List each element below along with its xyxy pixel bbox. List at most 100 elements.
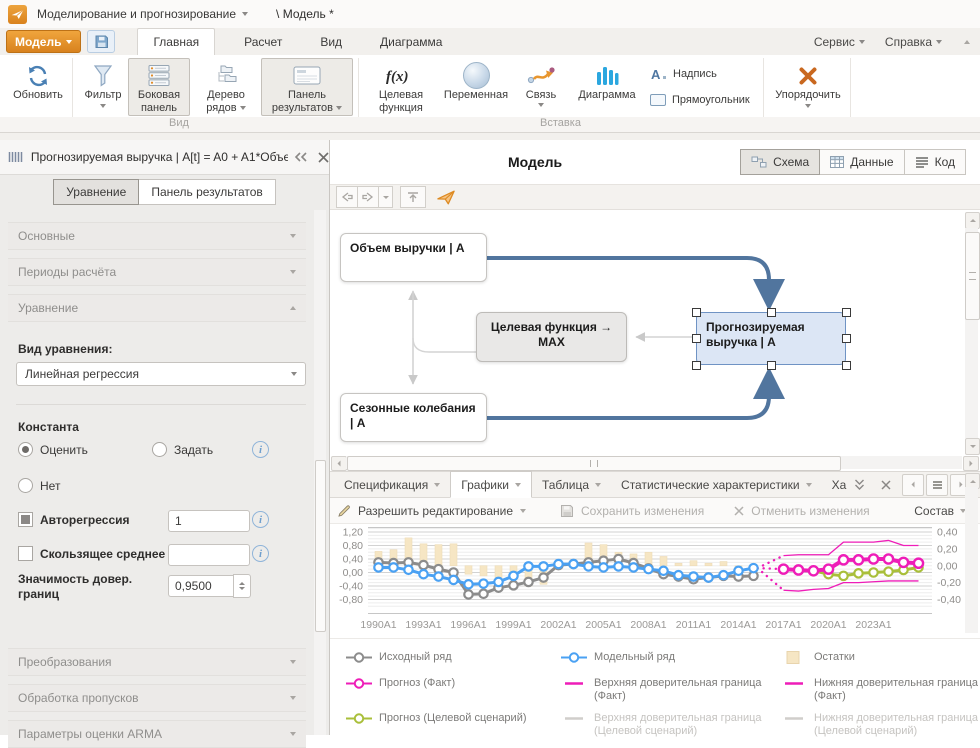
ribbon-tab-diagramma[interactable]: Диаграмма bbox=[365, 29, 457, 55]
node-seasonal[interactable]: Сезонные колебания | A bbox=[340, 393, 487, 442]
selection-handle[interactable] bbox=[767, 361, 776, 370]
spinner-buttons[interactable] bbox=[233, 574, 251, 598]
legend-item[interactable]: Прогноз (Целевой сценарий) bbox=[346, 712, 561, 738]
results-panel-button[interactable]: Панель результатов bbox=[261, 58, 353, 116]
section-arma[interactable]: Параметры оценки ARMA bbox=[8, 720, 306, 748]
tab-truncated[interactable]: Ха bbox=[822, 472, 849, 498]
history-dropdown-button[interactable] bbox=[379, 186, 393, 208]
node-objective-function[interactable]: Целевая функция → MAX bbox=[476, 312, 627, 362]
scroll-left-button[interactable] bbox=[331, 456, 347, 471]
legend-item[interactable]: Верхняя доверительная граница (Факт) bbox=[561, 677, 781, 703]
tab-charts[interactable]: Графики bbox=[450, 471, 532, 498]
collapse-panel-icon[interactable] bbox=[294, 152, 308, 162]
scrollbar-thumb[interactable] bbox=[347, 456, 841, 471]
selection-handle[interactable] bbox=[692, 334, 701, 343]
significance-input[interactable] bbox=[168, 575, 233, 597]
cancel-changes-button[interactable]: Отменить изменения bbox=[734, 504, 869, 518]
selection-handle[interactable] bbox=[842, 308, 851, 317]
info-icon[interactable] bbox=[252, 441, 269, 458]
selection-handle[interactable] bbox=[842, 334, 851, 343]
app-menu[interactable]: Моделирование и прогнозирование bbox=[37, 7, 248, 21]
results-vscrollbar[interactable] bbox=[965, 473, 978, 633]
side-panel-toggle-button[interactable]: Боковая панель bbox=[128, 58, 190, 116]
variable-button[interactable]: Переменная bbox=[441, 58, 511, 116]
selection-handle[interactable] bbox=[842, 361, 851, 370]
scroll-down-button[interactable] bbox=[965, 438, 980, 455]
legend-item[interactable]: Нижняя доверительная граница (Целевой сц… bbox=[781, 712, 980, 738]
allow-edit-button[interactable]: Разрешить редактирование bbox=[338, 504, 526, 518]
arrange-button[interactable]: Упорядочить bbox=[770, 58, 846, 116]
save-button[interactable] bbox=[87, 30, 115, 53]
significance-spinner[interactable] bbox=[168, 574, 251, 598]
legend-item[interactable]: Исходный ряд bbox=[346, 651, 561, 668]
tab-statistics[interactable]: Статистические характеристики bbox=[611, 472, 822, 498]
ribbon-tab-glavnaya[interactable]: Главная bbox=[137, 28, 215, 56]
info-icon[interactable] bbox=[252, 545, 269, 562]
selection-handle[interactable] bbox=[767, 308, 776, 317]
equation-type-select[interactable]: Линейная регрессия bbox=[16, 362, 306, 386]
selection-handle[interactable] bbox=[692, 308, 701, 317]
legend-item[interactable]: Модельный ряд bbox=[561, 651, 781, 668]
radio-estimate[interactable]: Оценить bbox=[18, 442, 88, 457]
diagram-vscrollbar[interactable] bbox=[964, 210, 980, 455]
info-icon[interactable] bbox=[252, 511, 269, 528]
legend-item[interactable]: Нижняя доверительная граница (Факт) bbox=[781, 677, 980, 703]
objective-function-button[interactable]: f(x) Целевая функция bbox=[366, 58, 436, 116]
close-results-icon[interactable] bbox=[881, 480, 891, 490]
service-menu[interactable]: Сервис bbox=[814, 35, 865, 49]
refresh-button[interactable]: Обновить bbox=[8, 58, 68, 116]
diagram-canvas[interactable]: Объем выручки | A Целевая функция → MAX … bbox=[330, 210, 980, 455]
tabs-overflow-icon[interactable] bbox=[854, 479, 865, 491]
tab-results-panel[interactable]: Панель результатов bbox=[139, 179, 275, 205]
close-panel-icon[interactable] bbox=[318, 152, 329, 163]
autoregression-input[interactable] bbox=[168, 510, 250, 532]
moving-average-input[interactable] bbox=[168, 544, 250, 566]
view-button-code[interactable]: Код bbox=[905, 149, 966, 175]
navigate-model-icon[interactable] bbox=[437, 190, 455, 205]
filter-button[interactable]: Фильтр bbox=[80, 58, 126, 116]
section-main[interactable]: Основные bbox=[8, 222, 306, 250]
scrollbar-thumb[interactable] bbox=[315, 460, 326, 632]
file-menu-button[interactable]: Модель bbox=[6, 30, 81, 53]
diagram-hscrollbar[interactable] bbox=[330, 455, 980, 471]
up-level-button[interactable] bbox=[400, 186, 426, 208]
legend-item[interactable]: Верхняя доверительная граница (Целевой с… bbox=[561, 712, 781, 738]
series-tree-button[interactable]: Дерево рядов bbox=[196, 58, 256, 116]
scrollbar-thumb[interactable] bbox=[965, 232, 980, 320]
legend-item[interactable]: Прогноз (Факт) bbox=[346, 677, 561, 703]
tab-specification[interactable]: Спецификация bbox=[334, 472, 450, 498]
link-button[interactable]: Связь bbox=[516, 58, 566, 116]
tab-equation[interactable]: Уравнение bbox=[53, 179, 139, 205]
autoregression-checkbox[interactable]: Авторегрессия bbox=[18, 512, 130, 527]
node-forecast-revenue[interactable]: Прогнозируемая выручка | A bbox=[696, 312, 846, 365]
selection-handle[interactable] bbox=[692, 361, 701, 370]
node-revenue-volume[interactable]: Объем выручки | A bbox=[340, 233, 487, 282]
help-menu[interactable]: Справка bbox=[885, 35, 942, 49]
section-transforms[interactable]: Преобразования bbox=[8, 648, 306, 676]
section-gaps[interactable]: Обработка пропусков bbox=[8, 684, 306, 712]
tab-list-button[interactable] bbox=[926, 474, 948, 496]
view-button-schema[interactable]: Схема bbox=[740, 149, 820, 175]
moving-average-checkbox[interactable]: Скользящее среднее bbox=[18, 546, 165, 561]
back-button[interactable] bbox=[336, 186, 358, 208]
composition-button[interactable]: Состав bbox=[914, 504, 966, 518]
save-changes-button[interactable]: Сохранить изменения bbox=[560, 504, 704, 518]
rectangle-button[interactable]: Прямоугольник bbox=[650, 89, 750, 111]
section-periods[interactable]: Периоды расчёта bbox=[8, 258, 306, 286]
ribbon-tab-raschet[interactable]: Расчет bbox=[229, 29, 297, 55]
view-button-data[interactable]: Данные bbox=[820, 149, 904, 175]
forward-button[interactable] bbox=[358, 186, 379, 208]
insert-chart-button[interactable]: Диаграмма bbox=[572, 58, 642, 116]
side-panel-scrollbar[interactable] bbox=[314, 210, 326, 735]
section-equation[interactable]: Уравнение bbox=[8, 294, 306, 322]
ribbon-tab-vid[interactable]: Вид bbox=[305, 29, 357, 55]
tab-table[interactable]: Таблица bbox=[532, 472, 611, 498]
caption-button[interactable]: A Надпись bbox=[650, 63, 717, 85]
legend-item[interactable]: Остатки bbox=[781, 651, 980, 668]
scroll-right-button[interactable] bbox=[963, 456, 979, 471]
scroll-up-button[interactable] bbox=[965, 212, 980, 229]
tab-scroll-left-button[interactable] bbox=[902, 474, 924, 496]
radio-set[interactable]: Задать bbox=[152, 442, 213, 457]
collapse-ribbon-icon[interactable] bbox=[964, 40, 970, 44]
radio-none[interactable]: Нет bbox=[18, 478, 60, 493]
